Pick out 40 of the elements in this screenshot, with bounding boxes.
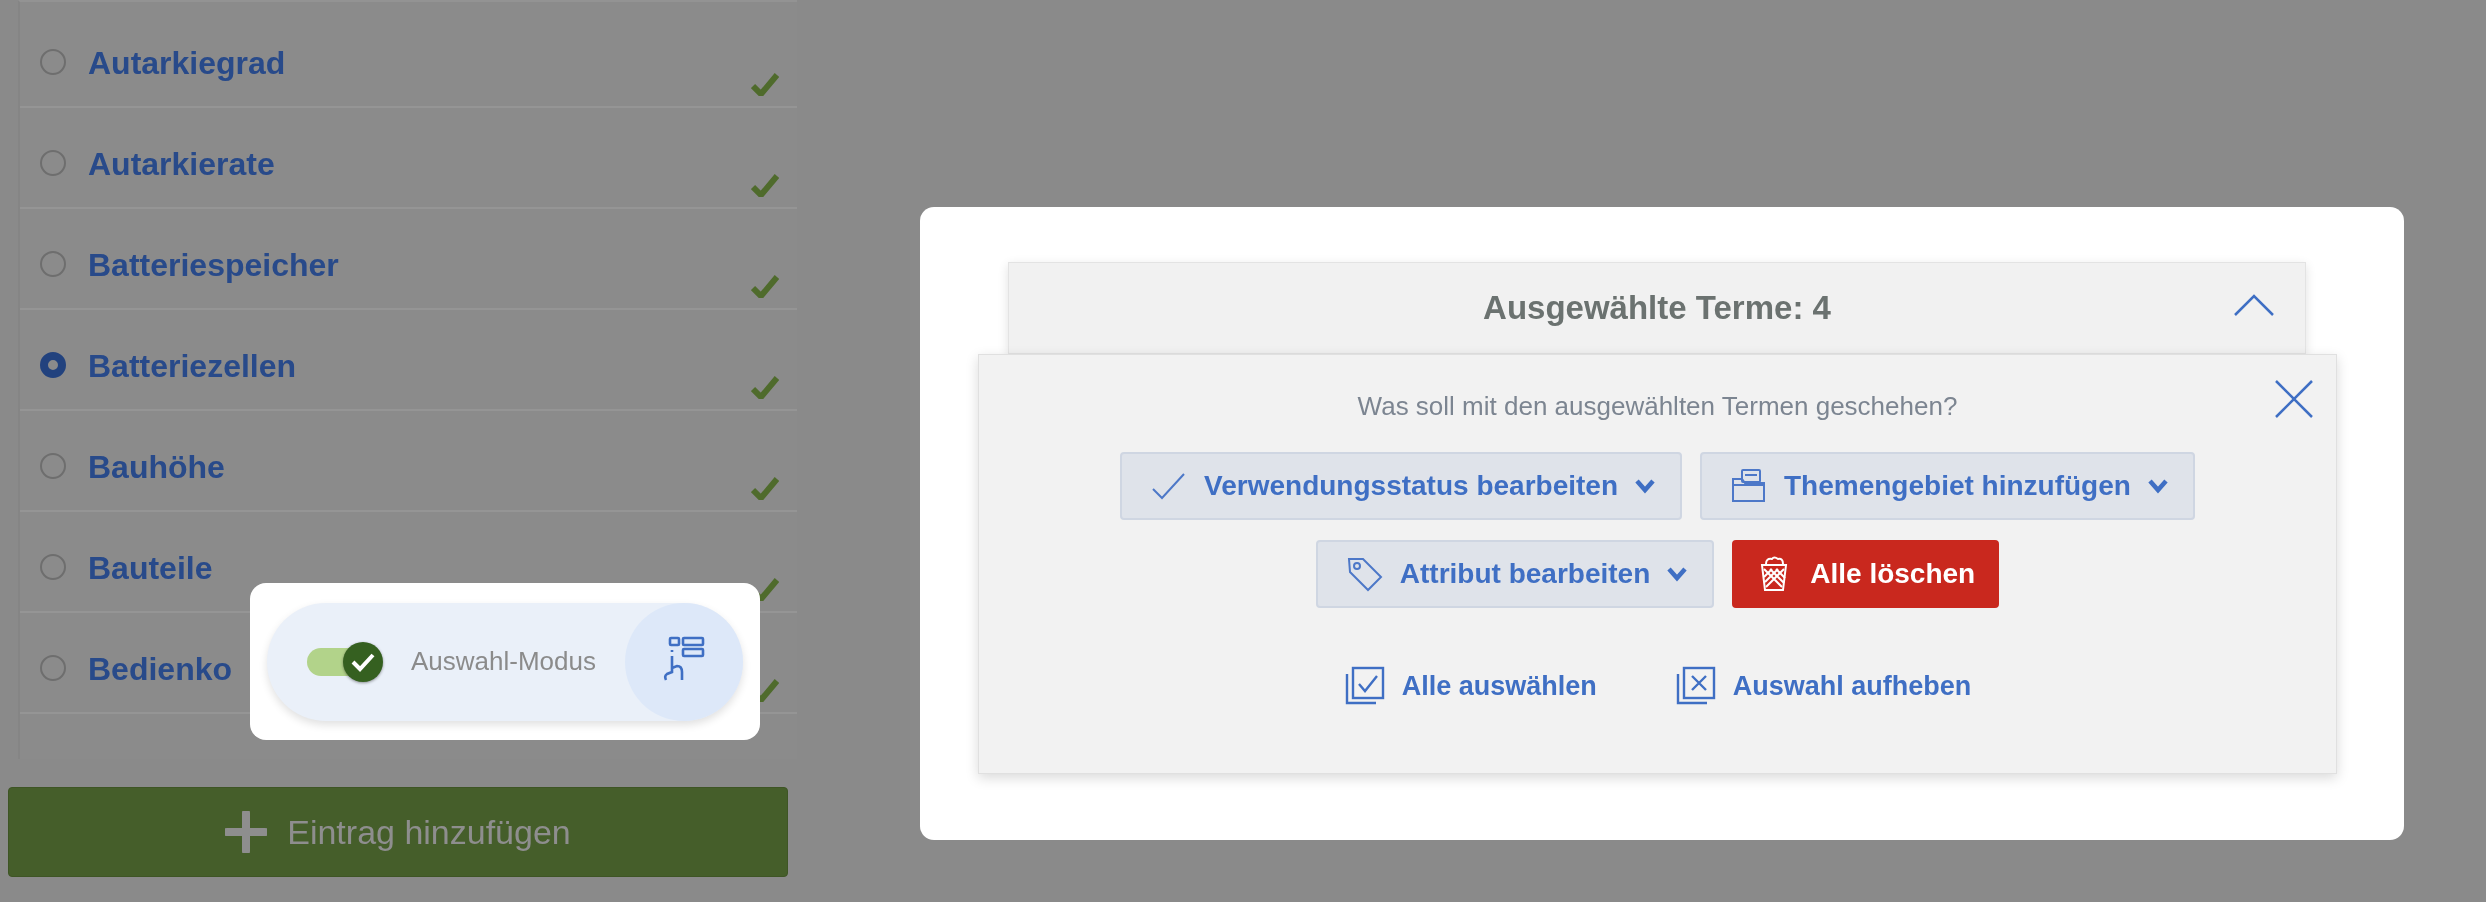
- radio-button[interactable]: [40, 453, 66, 479]
- radio-button[interactable]: [40, 49, 66, 75]
- radio-button[interactable]: [40, 352, 66, 378]
- item-label: Bauteile: [88, 550, 213, 587]
- chevron-up-icon[interactable]: [2233, 293, 2275, 317]
- plus-icon: [225, 811, 268, 853]
- caret-down-icon: [1634, 478, 1656, 494]
- list-item[interactable]: Batteriezellen: [20, 310, 797, 411]
- tag-icon: [1345, 555, 1384, 593]
- radio-button[interactable]: [40, 251, 66, 277]
- item-label: Bedienko: [88, 651, 233, 688]
- question-text: Was soll mit den ausgewählten Termen geschehen?: [1357, 391, 1958, 422]
- deselect-link[interactable]: Auswahl aufheben: [1674, 666, 1972, 706]
- dialog-title: Ausgewählte Terme: 4: [1483, 289, 1831, 327]
- radio-button[interactable]: [40, 150, 66, 176]
- radio-button[interactable]: [40, 554, 66, 580]
- delete-all-button[interactable]: Alle löschen: [1732, 540, 2000, 608]
- radio-button[interactable]: [40, 655, 66, 681]
- item-label: Autarkierate: [88, 146, 275, 183]
- selection-mode-label: Auswahl-Modus: [411, 646, 596, 677]
- item-label: Batteriespeicher: [88, 247, 339, 284]
- caret-down-icon: [1666, 566, 1689, 582]
- select-all-icon: [1343, 666, 1386, 706]
- deselect-icon: [1674, 666, 1717, 706]
- toggle-switch[interactable]: [307, 641, 383, 682]
- action-dropdown-button[interactable]: Verwendungsstatus bearbeiten: [1120, 452, 1682, 520]
- list-item[interactable]: Batteriespeicher: [20, 209, 797, 310]
- select-all-link[interactable]: Alle auswählen: [1343, 666, 1597, 706]
- caret-down-icon: [2146, 478, 2169, 494]
- item-label: Bauhöhe: [88, 449, 225, 486]
- add-entry-button[interactable]: Eintrag hinzufügen: [8, 787, 788, 877]
- action-dropdown-button[interactable]: Themengebiet hinzufügen: [1700, 452, 2195, 520]
- action-dropdown-button[interactable]: Attribut bearbeiten: [1315, 540, 1715, 608]
- folder-icon: [1730, 467, 1768, 505]
- list-item[interactable]: Autarkierate: [20, 108, 797, 209]
- list-item[interactable]: Autarkiegrad: [20, 7, 797, 108]
- item-label: Autarkiegrad: [88, 45, 286, 82]
- close-icon[interactable]: [2274, 379, 2314, 419]
- item-label: Batteriezellen: [88, 348, 297, 385]
- list-item[interactable]: Bauhöhe: [20, 411, 797, 512]
